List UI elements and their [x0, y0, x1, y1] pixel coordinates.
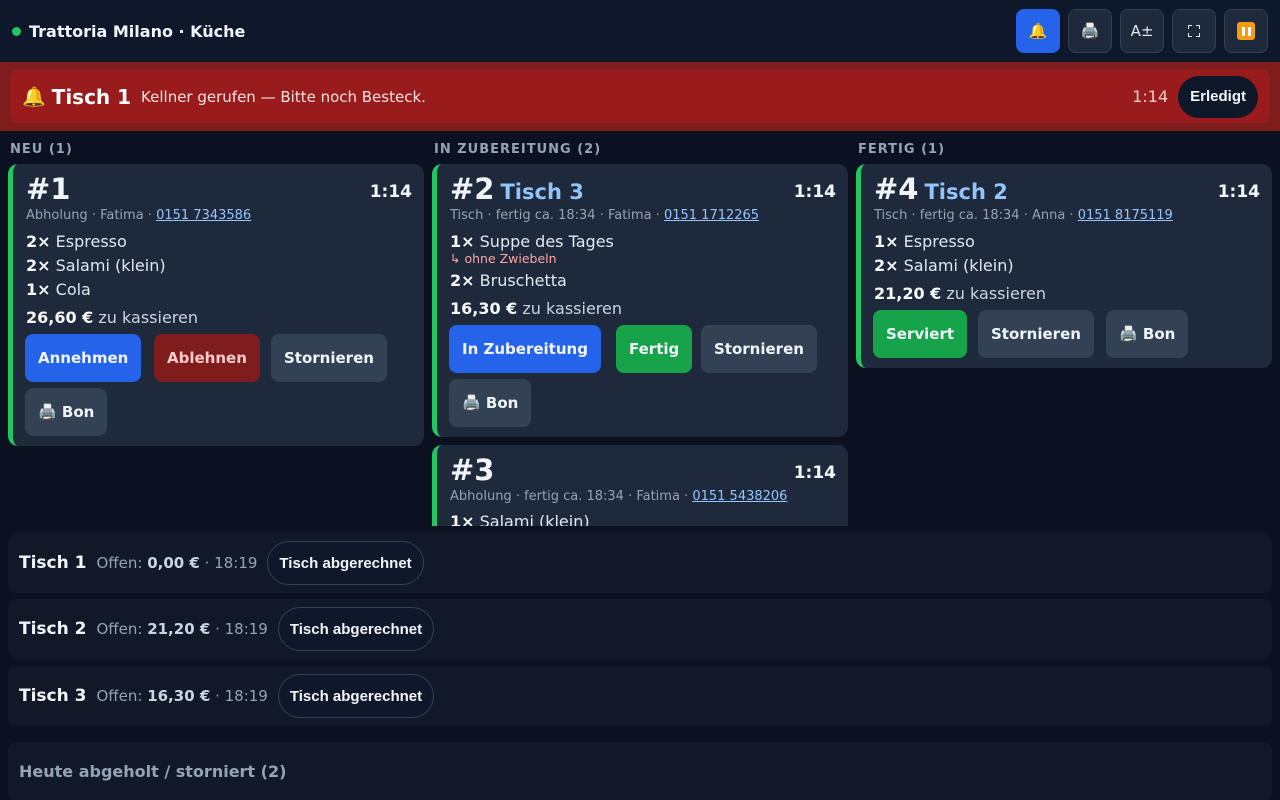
- order-total: 26,60 € zu kassieren: [26, 308, 198, 327]
- alert-band: 🔔 Tisch 1 Kellner gerufen — Bitte noch B…: [0, 62, 1280, 131]
- order-timer: 1:14: [793, 463, 836, 483]
- order-number: #2 Tisch 3: [450, 172, 584, 206]
- order-number: #1: [26, 172, 71, 206]
- order-card-4: #4 Tisch 2 1:14 Tisch · fertig ca. 18:34 …: [856, 164, 1272, 368]
- order-meta: Tisch · fertig ca. 18:34 · Fatima · 0151…: [450, 208, 760, 223]
- font-size-icon: A±: [1130, 22, 1154, 40]
- order-total: 16,30 € zu kassieren: [450, 299, 622, 318]
- cancel-button[interactable]: Stornieren: [271, 334, 387, 382]
- phone-link[interactable]: 0151 5438206: [692, 489, 787, 504]
- cancel-button[interactable]: Stornieren: [701, 325, 817, 373]
- table-settled-button[interactable]: Tisch abgerechnet: [267, 541, 424, 585]
- order-number: #4 Tisch 2: [874, 172, 1008, 206]
- print-button[interactable]: 🖨️: [1068, 9, 1112, 53]
- table-open-amount: Offen: 21,20 € · 18:19: [96, 620, 268, 638]
- order-meta: Tisch · fertig ca. 18:34 · Anna · 0151 8…: [874, 208, 1173, 223]
- fullscreen-button[interactable]: [1172, 9, 1216, 53]
- order-card-3: #3 1:14 Abholung · fertig ca. 18:34 · Fa…: [432, 445, 848, 526]
- font-size-button[interactable]: A±: [1120, 9, 1164, 53]
- table-open-amount: Offen: 0,00 € · 18:19: [96, 554, 258, 572]
- table-name: Tisch 1: [19, 553, 87, 573]
- accept-button[interactable]: Annehmen: [25, 334, 142, 382]
- bell-icon: 🔔: [22, 86, 46, 108]
- fullscreen-icon: [1188, 25, 1200, 37]
- order-item: 2× Espresso: [26, 232, 127, 251]
- online-status-dot: [12, 26, 21, 36]
- order-total: 21,20 € zu kassieren: [874, 284, 1046, 303]
- notifications-button[interactable]: 🔔: [1016, 9, 1060, 53]
- table-row: Tisch 1 Offen: 0,00 € · 18:19 Tisch abge…: [8, 533, 1272, 593]
- phone-link[interactable]: 0151 1712265: [664, 208, 759, 223]
- waiter-call-alert: 🔔 Tisch 1 Kellner gerufen — Bitte noch B…: [10, 70, 1270, 123]
- column-title-new: NEU (1): [10, 142, 73, 157]
- table-row: Tisch 3 Offen: 16,30 € · 18:19 Tisch abg…: [8, 666, 1272, 726]
- order-item: 1× Suppe des Tages: [450, 232, 614, 251]
- column-title-ready: FERTIG (1): [858, 142, 946, 157]
- print-bon-button[interactable]: 🖨️ Bon: [449, 379, 532, 427]
- table-settled-button[interactable]: Tisch abgerechnet: [277, 674, 435, 718]
- history-toggle[interactable]: Heute abgeholt / storniert (2): [8, 742, 1272, 800]
- order-table: Tisch 2: [924, 180, 1008, 204]
- order-item: 2× Salami (klein): [874, 256, 1014, 275]
- phone-link[interactable]: 0151 8175119: [1078, 208, 1173, 223]
- toolbar: 🔔 🖨️ A±: [1016, 9, 1268, 53]
- order-card-2: #2 Tisch 3 1:14 Tisch · fertig ca. 18:34 …: [432, 164, 848, 437]
- order-item: 1× Cola: [26, 280, 91, 299]
- in-preparation-button[interactable]: In Zubereitung: [449, 325, 601, 373]
- printer-icon: 🖨️: [1080, 22, 1100, 40]
- alert-done-button[interactable]: Erledigt: [1178, 75, 1258, 118]
- order-item: 2× Salami (klein): [26, 256, 166, 275]
- item-note: ↳ ohne Zwiebeln: [450, 251, 557, 266]
- order-item: 2× Bruschetta: [450, 271, 567, 290]
- phone-link[interactable]: 0151 7343586: [156, 208, 251, 223]
- pause-icon: [1237, 22, 1255, 40]
- ready-button[interactable]: Fertig: [616, 325, 693, 373]
- order-timer: 1:14: [1217, 182, 1260, 202]
- order-item: 1× Espresso: [874, 232, 975, 251]
- table-settled-button[interactable]: Tisch abgerechnet: [277, 607, 435, 651]
- pause-button[interactable]: [1224, 9, 1268, 53]
- alert-time: 1:14: [1132, 87, 1169, 106]
- table-name: Tisch 2: [19, 619, 87, 639]
- served-button[interactable]: Serviert: [873, 310, 968, 358]
- order-timer: 1:14: [793, 182, 836, 202]
- table-open-amount: Offen: 16,30 € · 18:19: [96, 687, 268, 705]
- table-row: Tisch 2 Offen: 21,20 € · 18:19 Tisch abg…: [8, 599, 1272, 659]
- order-card-1: #1 1:14 Abholung · Fatima · 0151 7343586…: [8, 164, 424, 446]
- order-meta: Abholung · Fatima · 0151 7343586: [26, 208, 252, 223]
- alert-message: Kellner gerufen — Bitte noch Besteck.: [141, 87, 426, 106]
- order-meta: Abholung · fertig ca. 18:34 · Fatima · 0…: [450, 489, 788, 504]
- bell-icon: 🔔: [1028, 22, 1048, 40]
- print-bon-button[interactable]: 🖨️ Bon: [25, 388, 108, 436]
- cancel-button[interactable]: Stornieren: [978, 310, 1094, 358]
- top-bar: Trattoria Milano · Küche 🔔 🖨️ A±: [0, 0, 1280, 62]
- alert-table: Tisch 1: [51, 84, 132, 109]
- order-table: Tisch 3: [500, 180, 584, 204]
- order-timer: 1:14: [369, 182, 412, 202]
- page-title: Trattoria Milano · Küche: [29, 21, 246, 41]
- order-number: #3: [450, 453, 495, 487]
- table-name: Tisch 3: [19, 686, 87, 706]
- reject-button[interactable]: Ablehnen: [154, 334, 260, 382]
- column-title-prep: IN ZUBEREITUNG (2): [434, 142, 602, 157]
- print-bon-button[interactable]: 🖨️ Bon: [1106, 310, 1189, 358]
- order-item: 1× Salami (klein): [450, 512, 590, 526]
